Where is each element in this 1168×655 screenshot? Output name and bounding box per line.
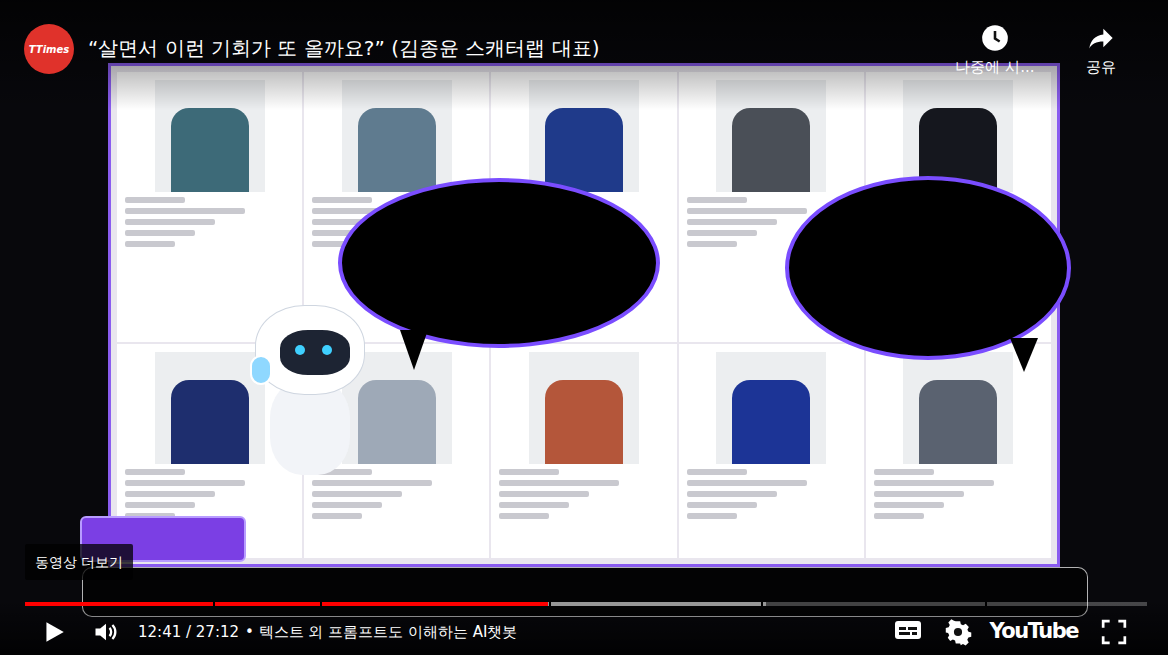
control-bar: 12:41 / 27:12 • 텍스트 외 프롬프트도 이해하는 AI챗봇 Yo… (0, 612, 1168, 652)
robot-ear (250, 355, 272, 385)
share-button[interactable]: 공유 (1048, 24, 1154, 76)
product-image (716, 352, 826, 464)
text-placeholder-bar (312, 480, 432, 486)
text-placeholder-bar (312, 513, 362, 519)
text-placeholder-bar (125, 208, 245, 214)
text-placeholder-bar (125, 502, 195, 508)
speaker-icon (92, 618, 120, 646)
play-button[interactable] (36, 614, 72, 650)
text-placeholder-bar (499, 480, 619, 486)
text-placeholder-bar (125, 197, 185, 203)
share-icon (1086, 24, 1116, 52)
text-placeholder-bar (125, 491, 215, 497)
robot-eye (322, 345, 332, 355)
robot-eye (295, 345, 305, 355)
product-sweater (732, 380, 810, 464)
subtitles-button[interactable] (890, 614, 926, 650)
subtitles-icon (894, 619, 922, 641)
text-placeholder-bar (687, 502, 757, 508)
speech-bubble-right (785, 176, 1071, 360)
volume-button[interactable] (88, 614, 124, 650)
play-icon (41, 619, 67, 645)
text-placeholder-bar (687, 197, 747, 203)
text-placeholder-bar (874, 491, 964, 497)
text-placeholder-bar (874, 480, 994, 486)
settings-button[interactable] (940, 614, 976, 650)
chapter-break (761, 602, 763, 606)
text-placeholder-bar (874, 502, 944, 508)
video-player[interactable]: TTimes “살면서 이런 기회가 또 올까요?” (김종윤 스캐터랩 대표)… (0, 0, 1168, 655)
product-sweater (171, 380, 249, 464)
top-actions: 나중에 시... 공유 (942, 24, 1154, 76)
played-fill (25, 602, 548, 606)
text-placeholder-bar (125, 241, 175, 247)
channel-logo[interactable]: TTimes (24, 24, 74, 74)
subtitles-underline (896, 643, 920, 646)
chapter-break (549, 602, 551, 606)
product-sweater (545, 108, 623, 192)
text-placeholder-bar (874, 469, 934, 475)
progress-bar[interactable] (25, 602, 1147, 606)
chapter-title[interactable]: • 텍스트 외 프롬프트도 이해하는 AI챗봇 (245, 621, 517, 644)
product-sweater (358, 108, 436, 192)
product-image (903, 352, 1013, 464)
more-videos-label: 동영상 더보기 (35, 554, 123, 570)
speech-bubble-left (338, 178, 660, 348)
text-placeholder-bar (125, 469, 185, 475)
product-card (117, 72, 302, 342)
product-card (679, 344, 864, 558)
bubble-tail-right (1010, 338, 1038, 372)
chapter-break (320, 602, 322, 606)
text-placeholder-bar (687, 469, 747, 475)
text-placeholder-bar (312, 502, 382, 508)
text-placeholder-bar (874, 513, 924, 519)
channel-logo-text: TTimes (29, 42, 69, 57)
product-sweater (358, 380, 436, 464)
robot-face (280, 330, 350, 375)
youtube-logo[interactable]: YouTube (990, 614, 1078, 650)
product-sweater (732, 108, 810, 192)
text-placeholder-bar (687, 480, 807, 486)
watch-later-label: 나중에 시... (955, 58, 1034, 76)
product-image (155, 352, 265, 464)
text-placeholder-bar (499, 502, 569, 508)
product-card (491, 344, 676, 558)
text-placeholder-bar (687, 513, 737, 519)
product-image (529, 352, 639, 464)
fullscreen-button[interactable] (1096, 614, 1132, 650)
text-placeholder-bar (499, 491, 589, 497)
text-placeholder-bar (687, 491, 777, 497)
clock-icon (981, 24, 1009, 52)
text-placeholder-bar (499, 513, 549, 519)
text-placeholder-bar (687, 208, 807, 214)
text-placeholder-bar (125, 230, 195, 236)
product-sweater (545, 380, 623, 464)
gear-icon (944, 618, 972, 646)
text-placeholder-bar (312, 197, 372, 203)
text-placeholder-bar (687, 219, 777, 225)
text-placeholder-bar (312, 491, 402, 497)
robot (250, 300, 370, 480)
fullscreen-icon (1101, 619, 1127, 645)
video-title[interactable]: “살면서 이런 기회가 또 올까요?” (김종윤 스캐터랩 대표) (88, 35, 599, 61)
text-placeholder-bar (499, 469, 559, 475)
product-sweater (171, 108, 249, 192)
text-placeholder-bar (687, 230, 757, 236)
chapter-break (985, 602, 987, 606)
youtube-logo-text: YouTube (990, 616, 1078, 648)
share-label: 공유 (1086, 58, 1116, 76)
text-placeholder-bar (687, 241, 737, 247)
bubble-tail-left (400, 330, 428, 370)
text-placeholder-bar (125, 219, 215, 225)
product-sweater (919, 380, 997, 464)
watch-later-button[interactable]: 나중에 시... (942, 24, 1048, 76)
time-display: 12:41 / 27:12 (138, 621, 239, 644)
product-card (866, 344, 1051, 558)
text-placeholder-bar (125, 480, 245, 486)
more-videos-button[interactable]: 동영상 더보기 (25, 544, 133, 580)
chapter-break (213, 602, 215, 606)
